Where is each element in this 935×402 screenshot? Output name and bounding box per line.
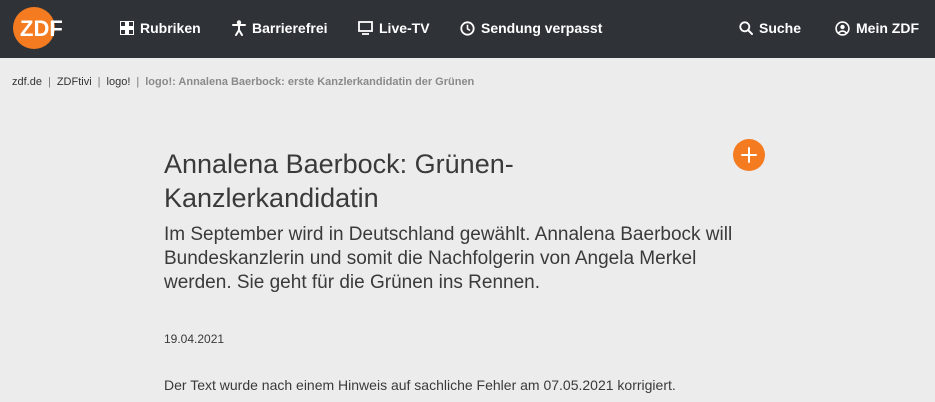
top-navigation-bar: ZDF Rubriken Barrierefrei Live-TV Sendun…: [0, 0, 935, 58]
breadcrumb-separator: |: [97, 76, 101, 88]
article-title: Annalena Baerbock: Grünen-Kanzlerkandida…: [164, 149, 514, 213]
breadcrumb: zdf.de | ZDFtivi | logo! | logo!: Annale…: [12, 76, 474, 88]
grid-icon: [120, 21, 134, 35]
nav-mein-zdf[interactable]: Mein ZDF: [835, 17, 919, 39]
zdf-logo[interactable]: ZDF: [12, 6, 80, 50]
breadcrumb-current: logo!: Annalena Baerbock: erste Kanzlerk…: [145, 76, 475, 88]
clock-icon: [460, 20, 475, 36]
breadcrumb-logo[interactable]: logo!: [107, 76, 131, 88]
breadcrumb-zdftivi[interactable]: ZDFtivi: [57, 76, 92, 88]
breadcrumb-zdf[interactable]: zdf.de: [12, 76, 42, 88]
nav-live-tv[interactable]: Live-TV: [358, 17, 430, 39]
nav-sendung-verpasst[interactable]: Sendung verpasst: [460, 17, 602, 39]
nav-rubriken[interactable]: Rubriken: [120, 17, 201, 39]
tv-icon: [358, 21, 373, 35]
user-icon: [835, 20, 850, 36]
nav-mein-zdf-label: Mein ZDF: [856, 20, 919, 36]
nav-sendung-verpasst-label: Sendung verpasst: [481, 20, 603, 36]
nav-suche-label: Suche: [759, 20, 802, 36]
article-date: 19.04.2021: [164, 332, 225, 346]
breadcrumb-separator: |: [136, 76, 140, 88]
search-icon: [739, 21, 753, 35]
plus-icon: [741, 147, 757, 163]
correction-note: Der Text wurde nach einem Hinweis auf sa…: [164, 377, 676, 393]
nav-rubriken-label: Rubriken: [140, 20, 201, 36]
nav-suche[interactable]: Suche: [739, 17, 801, 39]
accessibility-icon: [232, 20, 246, 36]
nav-live-tv-label: Live-TV: [379, 20, 430, 36]
svg-text:ZDF: ZDF: [20, 16, 63, 41]
nav-barrierefrei-label: Barrierefrei: [252, 20, 328, 36]
nav-barrierefrei[interactable]: Barrierefrei: [232, 17, 328, 39]
add-to-list-button[interactable]: [733, 139, 765, 171]
breadcrumb-separator: |: [47, 76, 51, 88]
article-subtitle: Im September wird in Deutschland gewählt…: [164, 224, 733, 293]
